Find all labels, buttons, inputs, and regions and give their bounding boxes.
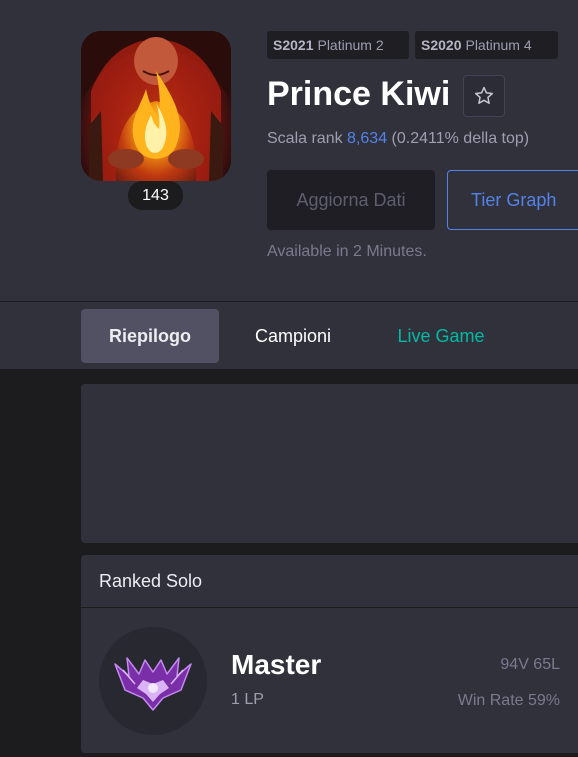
- profile-tabs: Riepilogo Campioni Live Game: [0, 302, 578, 369]
- past-rank-season: S2021: [273, 37, 314, 53]
- win-loss-record: 94V 65L: [500, 656, 560, 673]
- past-rank-tier: Platinum 2: [317, 37, 384, 53]
- empty-panel: [81, 384, 578, 543]
- tab-summary[interactable]: Riepilogo: [81, 309, 219, 363]
- profile-icon: [81, 31, 231, 181]
- tier-emblem: [99, 627, 207, 735]
- tier-graph-button[interactable]: Tier Graph: [447, 170, 578, 230]
- ranked-solo-card: Ranked Solo Master 1 LP 94V 65L Win Rate…: [81, 555, 578, 753]
- summoner-name: Prince Kiwi: [267, 75, 451, 113]
- profile-header: 143 S2021 Platinum 2 S2020 Platinum 4 Pr…: [0, 0, 578, 301]
- favorite-button[interactable]: [463, 75, 505, 117]
- update-availability-text: Available in 2 Minutes.: [267, 243, 427, 260]
- ranked-card-divider: [81, 607, 578, 608]
- ladder-rank-link[interactable]: 8,634: [347, 130, 387, 147]
- update-data-button[interactable]: Aggiorna Dati: [267, 170, 435, 230]
- ladder-prefix: Scala rank: [267, 130, 348, 147]
- past-rank-tier: Platinum 4: [465, 37, 532, 53]
- tab-live-game[interactable]: Live Game: [370, 309, 512, 363]
- master-emblem-icon: [114, 657, 192, 711]
- win-rate: Win Rate 59%: [457, 692, 560, 709]
- past-rank-season: S2020: [421, 37, 462, 53]
- ranked-solo-title: Ranked Solo: [99, 570, 203, 591]
- past-rank-tag-2020: S2020 Platinum 4: [415, 31, 558, 59]
- level-badge: 143: [128, 181, 183, 210]
- tier-name: Master: [231, 649, 322, 680]
- tab-champions[interactable]: Campioni: [225, 309, 361, 363]
- ladder-rank: Scala rank 8,634 (0.2411% della top): [267, 130, 529, 148]
- ladder-suffix: (0.2411% della top): [387, 130, 530, 147]
- past-rank-tag-2021: S2021 Platinum 2: [267, 31, 409, 59]
- star-outline-icon: [475, 86, 493, 104]
- league-points: 1 LP: [231, 691, 264, 708]
